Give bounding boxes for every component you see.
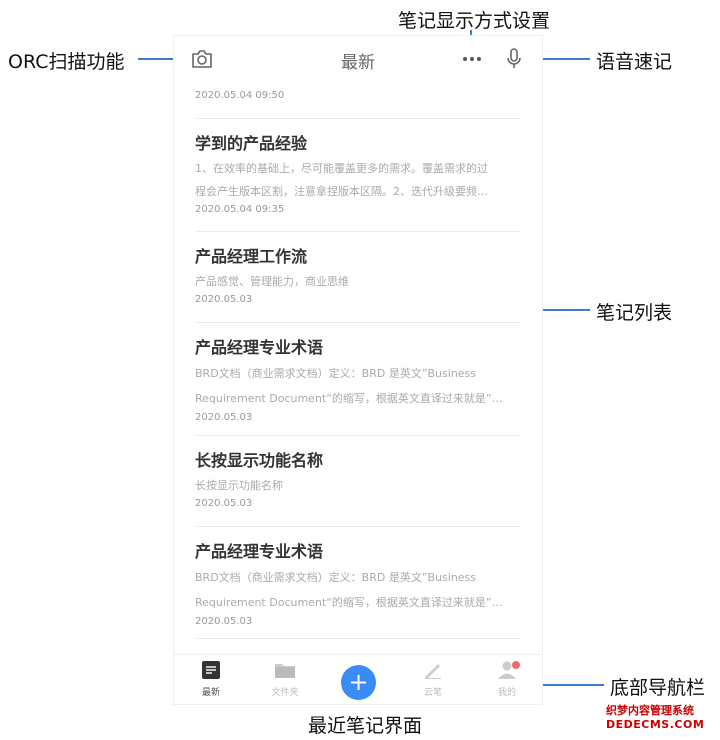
list-divider	[195, 638, 521, 640]
bottom-nav: 最新 文件夹 + 云笔 我的	[174, 654, 542, 704]
nav-label: 我的	[497, 688, 516, 698]
watermark-top: 织梦内容管理系统	[606, 704, 694, 717]
annotation-voice: 语音速记	[596, 51, 673, 73]
note-title: 产品经理专业术语	[195, 542, 324, 561]
note-preview: Requirement Document“的缩写，根据英文直译过来就是”…	[195, 596, 503, 609]
annotation-line-list	[534, 309, 590, 311]
annotation-display-settings: 笔记显示方式设置	[398, 10, 551, 32]
annotation-bottom-nav: 底部导航栏	[610, 677, 706, 699]
note-date: 2020.05.03	[195, 412, 253, 423]
annotation-orc: ORC扫描功能	[8, 51, 125, 73]
nav-label: 文件夹	[271, 688, 299, 698]
note-title: 学到的产品经验	[195, 134, 308, 153]
add-note-button[interactable]: +	[341, 665, 376, 700]
phone-screen: 最新 2020.05.04 09:50 学到的产品经验 1、在效率的基础上，尽可…	[174, 36, 542, 704]
note-item[interactable]: 产品经理工作流 产品感觉、管理能力，商业思维 2020.05.03	[195, 231, 521, 320]
note-preview: 1、在效率的基础上，尽可能覆盖更多的需求。覆盖需求的过	[195, 162, 488, 175]
top-bar: 最新	[174, 36, 542, 82]
note-item[interactable]: 学到的产品经验 1、在效率的基础上，尽可能覆盖更多的需求。覆盖需求的过 程会产生…	[195, 118, 521, 229]
note-list[interactable]: 2020.05.04 09:50 学到的产品经验 1、在效率的基础上，尽可能覆盖…	[174, 82, 542, 654]
nav-label: 最新	[201, 688, 220, 698]
annotation-caption: 最近笔记界面	[308, 715, 423, 737]
note-title: 产品经理工作流	[195, 247, 308, 266]
nav-item-folder[interactable]: 文件夹	[260, 661, 310, 698]
note-item[interactable]: 产品经理专业术语 BRD文档（商业需求文档）定义：BRD 是英文”Busines…	[195, 322, 521, 433]
annotation-list: 笔记列表	[596, 302, 673, 324]
annotation-line-bottom-nav	[540, 684, 604, 686]
note-title: 产品经理专业术语	[195, 338, 324, 357]
more-dots-icon[interactable]	[461, 51, 483, 67]
note-preview: 长按显示功能名称	[195, 479, 283, 492]
microphone-icon[interactable]	[505, 48, 523, 70]
nav-item-me[interactable]: 我的	[482, 661, 532, 698]
watermark-bottom: DEDECMS.COM	[606, 718, 705, 731]
nav-label: 云笔	[423, 688, 442, 698]
notification-badge	[512, 661, 520, 669]
annotation-line-voice	[534, 58, 590, 60]
note-date: 2020.05.04 09:50	[195, 90, 285, 101]
note-date: 2020.05.04 09:35	[195, 204, 285, 215]
note-preview: BRD文档（商业需求文档）定义：BRD 是英文”Business	[195, 571, 477, 584]
nav-item-cloud-pen[interactable]: 云笔	[408, 661, 458, 698]
pen-icon	[425, 664, 441, 679]
page-title: 最新	[341, 53, 375, 73]
note-icon	[202, 661, 220, 679]
note-item[interactable]: 长按显示功能名称 长按显示功能名称 2020.05.03	[195, 435, 521, 524]
watermark: 织梦内容管理系统 DEDECMS.COM	[606, 702, 718, 736]
note-preview: 程会产生版本区割，注意拿捏版本区隔。2、迭代升级要频…	[195, 185, 488, 198]
note-preview: BRD文档（商业需求文档）定义：BRD 是英文”Business	[195, 367, 477, 380]
note-date: 2020.05.03	[195, 294, 253, 305]
note-date: 2020.05.03	[195, 498, 253, 509]
note-title: 长按显示功能名称	[195, 451, 324, 470]
note-item[interactable]: 产品经理专业术语 BRD文档（商业需求文档）定义：BRD 是英文”Busines…	[195, 526, 521, 637]
nav-item-latest[interactable]: 最新	[186, 661, 236, 698]
folder-icon	[275, 664, 295, 678]
note-date: 2020.05.03	[195, 616, 253, 627]
note-preview: 产品感觉、管理能力，商业思维	[195, 275, 349, 288]
note-preview: Requirement Document“的缩写，根据英文直译过来就是”…	[195, 392, 503, 405]
